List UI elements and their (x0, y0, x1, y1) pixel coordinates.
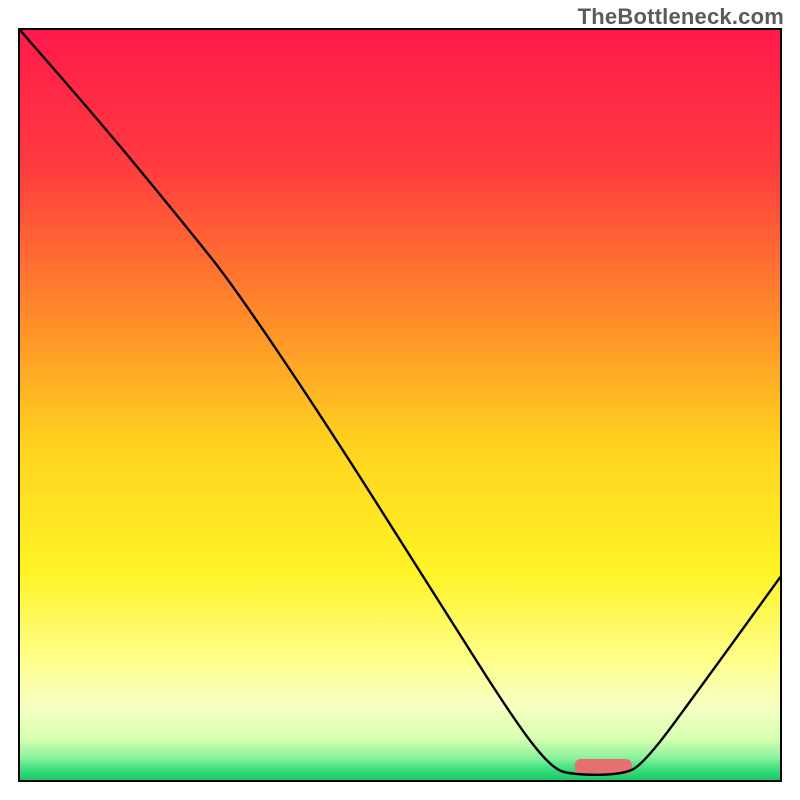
chart-container: TheBottleneck.com (0, 0, 800, 800)
bottleneck-curve-path (20, 30, 780, 775)
watermark-text: TheBottleneck.com (578, 4, 784, 30)
plot-area (18, 28, 782, 782)
chart-svg (20, 30, 780, 780)
